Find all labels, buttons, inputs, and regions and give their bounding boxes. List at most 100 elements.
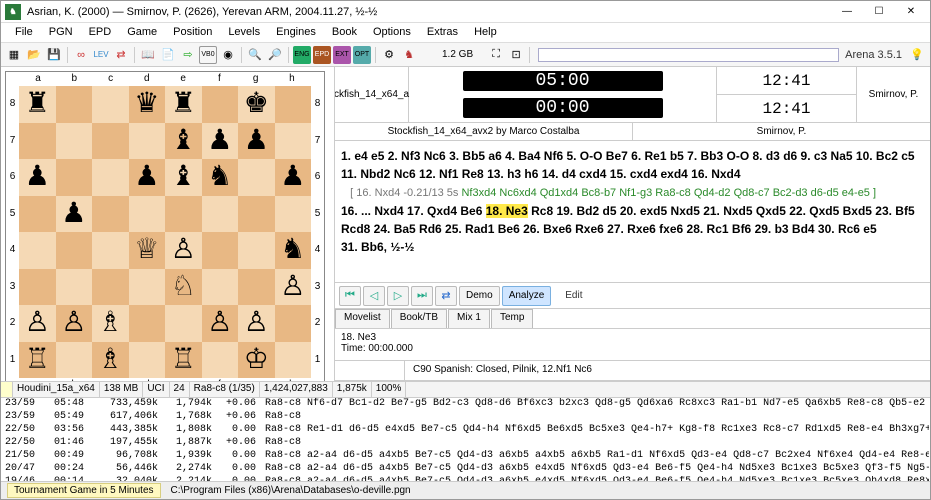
- menu-position[interactable]: Position: [165, 23, 220, 42]
- square-f7[interactable]: ♟: [202, 123, 239, 160]
- toolbar-book-icon[interactable]: 📖: [139, 46, 157, 64]
- square-f5[interactable]: [202, 196, 239, 233]
- toolbar-gear-icon[interactable]: ⚙: [380, 46, 398, 64]
- piece-f2[interactable]: ♙: [207, 309, 232, 337]
- piece-h6[interactable]: ♟: [280, 163, 305, 191]
- tab-mix1[interactable]: Mix 1: [448, 309, 490, 328]
- analyze-button[interactable]: Analyze: [502, 286, 552, 306]
- toolbar-eng-icon[interactable]: ENG: [293, 46, 311, 64]
- square-h1[interactable]: [275, 342, 312, 379]
- toolbar-opt-icon[interactable]: OPT: [353, 46, 371, 64]
- menu-file[interactable]: File: [7, 23, 41, 42]
- square-c8[interactable]: [92, 86, 129, 123]
- square-h5[interactable]: [275, 196, 312, 233]
- menu-book[interactable]: Book: [324, 23, 365, 42]
- square-c4[interactable]: [92, 232, 129, 269]
- piece-h4[interactable]: ♞: [280, 236, 305, 264]
- square-e1[interactable]: ♖: [165, 342, 202, 379]
- square-g7[interactable]: ♟: [238, 123, 275, 160]
- square-b5[interactable]: ♟: [56, 196, 93, 233]
- piece-a1[interactable]: ♖: [25, 346, 50, 374]
- piece-e7[interactable]: ♝: [171, 127, 196, 155]
- square-g2[interactable]: ♙: [238, 305, 275, 342]
- toolbar-expand-icon[interactable]: ⛶: [487, 46, 505, 64]
- toolbar-nav-icon[interactable]: ⇨: [179, 46, 197, 64]
- last-move-button[interactable]: ⏭: [411, 286, 433, 306]
- square-a6[interactable]: ♟: [19, 159, 56, 196]
- demo-button[interactable]: Demo: [459, 286, 500, 306]
- square-a2[interactable]: ♙: [19, 305, 56, 342]
- square-b1[interactable]: [56, 342, 93, 379]
- square-e5[interactable]: [165, 196, 202, 233]
- square-e8[interactable]: ♜: [165, 86, 202, 123]
- menu-epd[interactable]: EPD: [81, 23, 120, 42]
- piece-a8[interactable]: ♜: [25, 90, 50, 118]
- square-h3[interactable]: ♙: [275, 269, 312, 306]
- square-c3[interactable]: [92, 269, 129, 306]
- chess-board[interactable]: abcdefgh 87654321 ♜♛♜♚♝♟♟♟♟♝♞♟♟♕♙♞♘♙♙♙♗♙…: [5, 71, 325, 381]
- menu-options[interactable]: Options: [365, 23, 419, 42]
- square-d6[interactable]: ♟: [129, 159, 166, 196]
- square-f8[interactable]: [202, 86, 239, 123]
- square-a7[interactable]: [19, 123, 56, 160]
- menu-engines[interactable]: Engines: [268, 23, 324, 42]
- toolbar-zoom-out-icon[interactable]: 🔎: [266, 46, 284, 64]
- toolbar-open-icon[interactable]: 📂: [25, 46, 43, 64]
- piece-g2[interactable]: ♙: [244, 309, 269, 337]
- toolbar-dot-icon[interactable]: ◉: [219, 46, 237, 64]
- square-c7[interactable]: [92, 123, 129, 160]
- square-h8[interactable]: [275, 86, 312, 123]
- square-f2[interactable]: ♙: [202, 305, 239, 342]
- square-b7[interactable]: [56, 123, 93, 160]
- square-h6[interactable]: ♟: [275, 159, 312, 196]
- piece-h3[interactable]: ♙: [280, 273, 305, 301]
- square-e2[interactable]: [165, 305, 202, 342]
- toolbar-infinity-icon[interactable]: ∞: [72, 46, 90, 64]
- square-e3[interactable]: ♘: [165, 269, 202, 306]
- toolbar-doc-icon[interactable]: 📄: [159, 46, 177, 64]
- menu-levels[interactable]: Levels: [220, 23, 268, 42]
- menu-pgn[interactable]: PGN: [41, 23, 81, 42]
- toolbar-save-icon[interactable]: 💾: [45, 46, 63, 64]
- square-g6[interactable]: [238, 159, 275, 196]
- toolbar-vb0-icon[interactable]: VB0: [199, 46, 217, 64]
- current-move[interactable]: 18. Ne3: [486, 204, 528, 218]
- square-b3[interactable]: [56, 269, 93, 306]
- square-h7[interactable]: [275, 123, 312, 160]
- square-f1[interactable]: [202, 342, 239, 379]
- toolbar-horse-icon[interactable]: ♞: [400, 46, 418, 64]
- square-e4[interactable]: ♙: [165, 232, 202, 269]
- square-a3[interactable]: [19, 269, 56, 306]
- menu-help[interactable]: Help: [466, 23, 505, 42]
- tab-temp[interactable]: Temp: [491, 309, 533, 328]
- piece-f7[interactable]: ♟: [207, 127, 232, 155]
- piece-d4[interactable]: ♕: [134, 236, 159, 264]
- notation-panel[interactable]: 1. e4 e5 2. Nf3 Nc6 3. Bb5 a6 4. Ba4 Nf6…: [335, 141, 930, 283]
- piece-f6[interactable]: ♞: [207, 163, 232, 191]
- square-c1[interactable]: ♗: [92, 342, 129, 379]
- analysis-row[interactable]: 22/5003:56443,385k1,808k0.00Ra8-c8 Re1-d…: [1, 424, 930, 437]
- square-f6[interactable]: ♞: [202, 159, 239, 196]
- square-a5[interactable]: [19, 196, 56, 233]
- minimize-button[interactable]: —: [832, 3, 862, 21]
- piece-d6[interactable]: ♟: [134, 163, 159, 191]
- square-d7[interactable]: [129, 123, 166, 160]
- maximize-button[interactable]: ☐: [864, 3, 894, 21]
- edit-link[interactable]: Edit: [565, 290, 582, 301]
- square-b8[interactable]: [56, 86, 93, 123]
- square-d5[interactable]: [129, 196, 166, 233]
- piece-g8[interactable]: ♚: [244, 90, 269, 118]
- swap-button[interactable]: ⇄: [435, 286, 457, 306]
- piece-e8[interactable]: ♜: [171, 90, 196, 118]
- square-h4[interactable]: ♞: [275, 232, 312, 269]
- analysis-row[interactable]: 23/5905:48733,459k1,794k+0.06Ra8-c8 Nf6-…: [1, 398, 930, 411]
- square-g1[interactable]: ♔: [238, 342, 275, 379]
- square-g8[interactable]: ♚: [238, 86, 275, 123]
- next-move-button[interactable]: ▷: [387, 286, 409, 306]
- first-move-button[interactable]: ⏮: [339, 286, 361, 306]
- toolbar-lev-icon[interactable]: LEV: [92, 46, 110, 64]
- analysis-row[interactable]: 23/5905:49617,406k1,768k+0.06Ra8-c8: [1, 411, 930, 424]
- square-c2[interactable]: ♗: [92, 305, 129, 342]
- square-f4[interactable]: [202, 232, 239, 269]
- analysis-row[interactable]: 22/5001:46197,455k1,887k+0.06Ra8-c8: [1, 437, 930, 450]
